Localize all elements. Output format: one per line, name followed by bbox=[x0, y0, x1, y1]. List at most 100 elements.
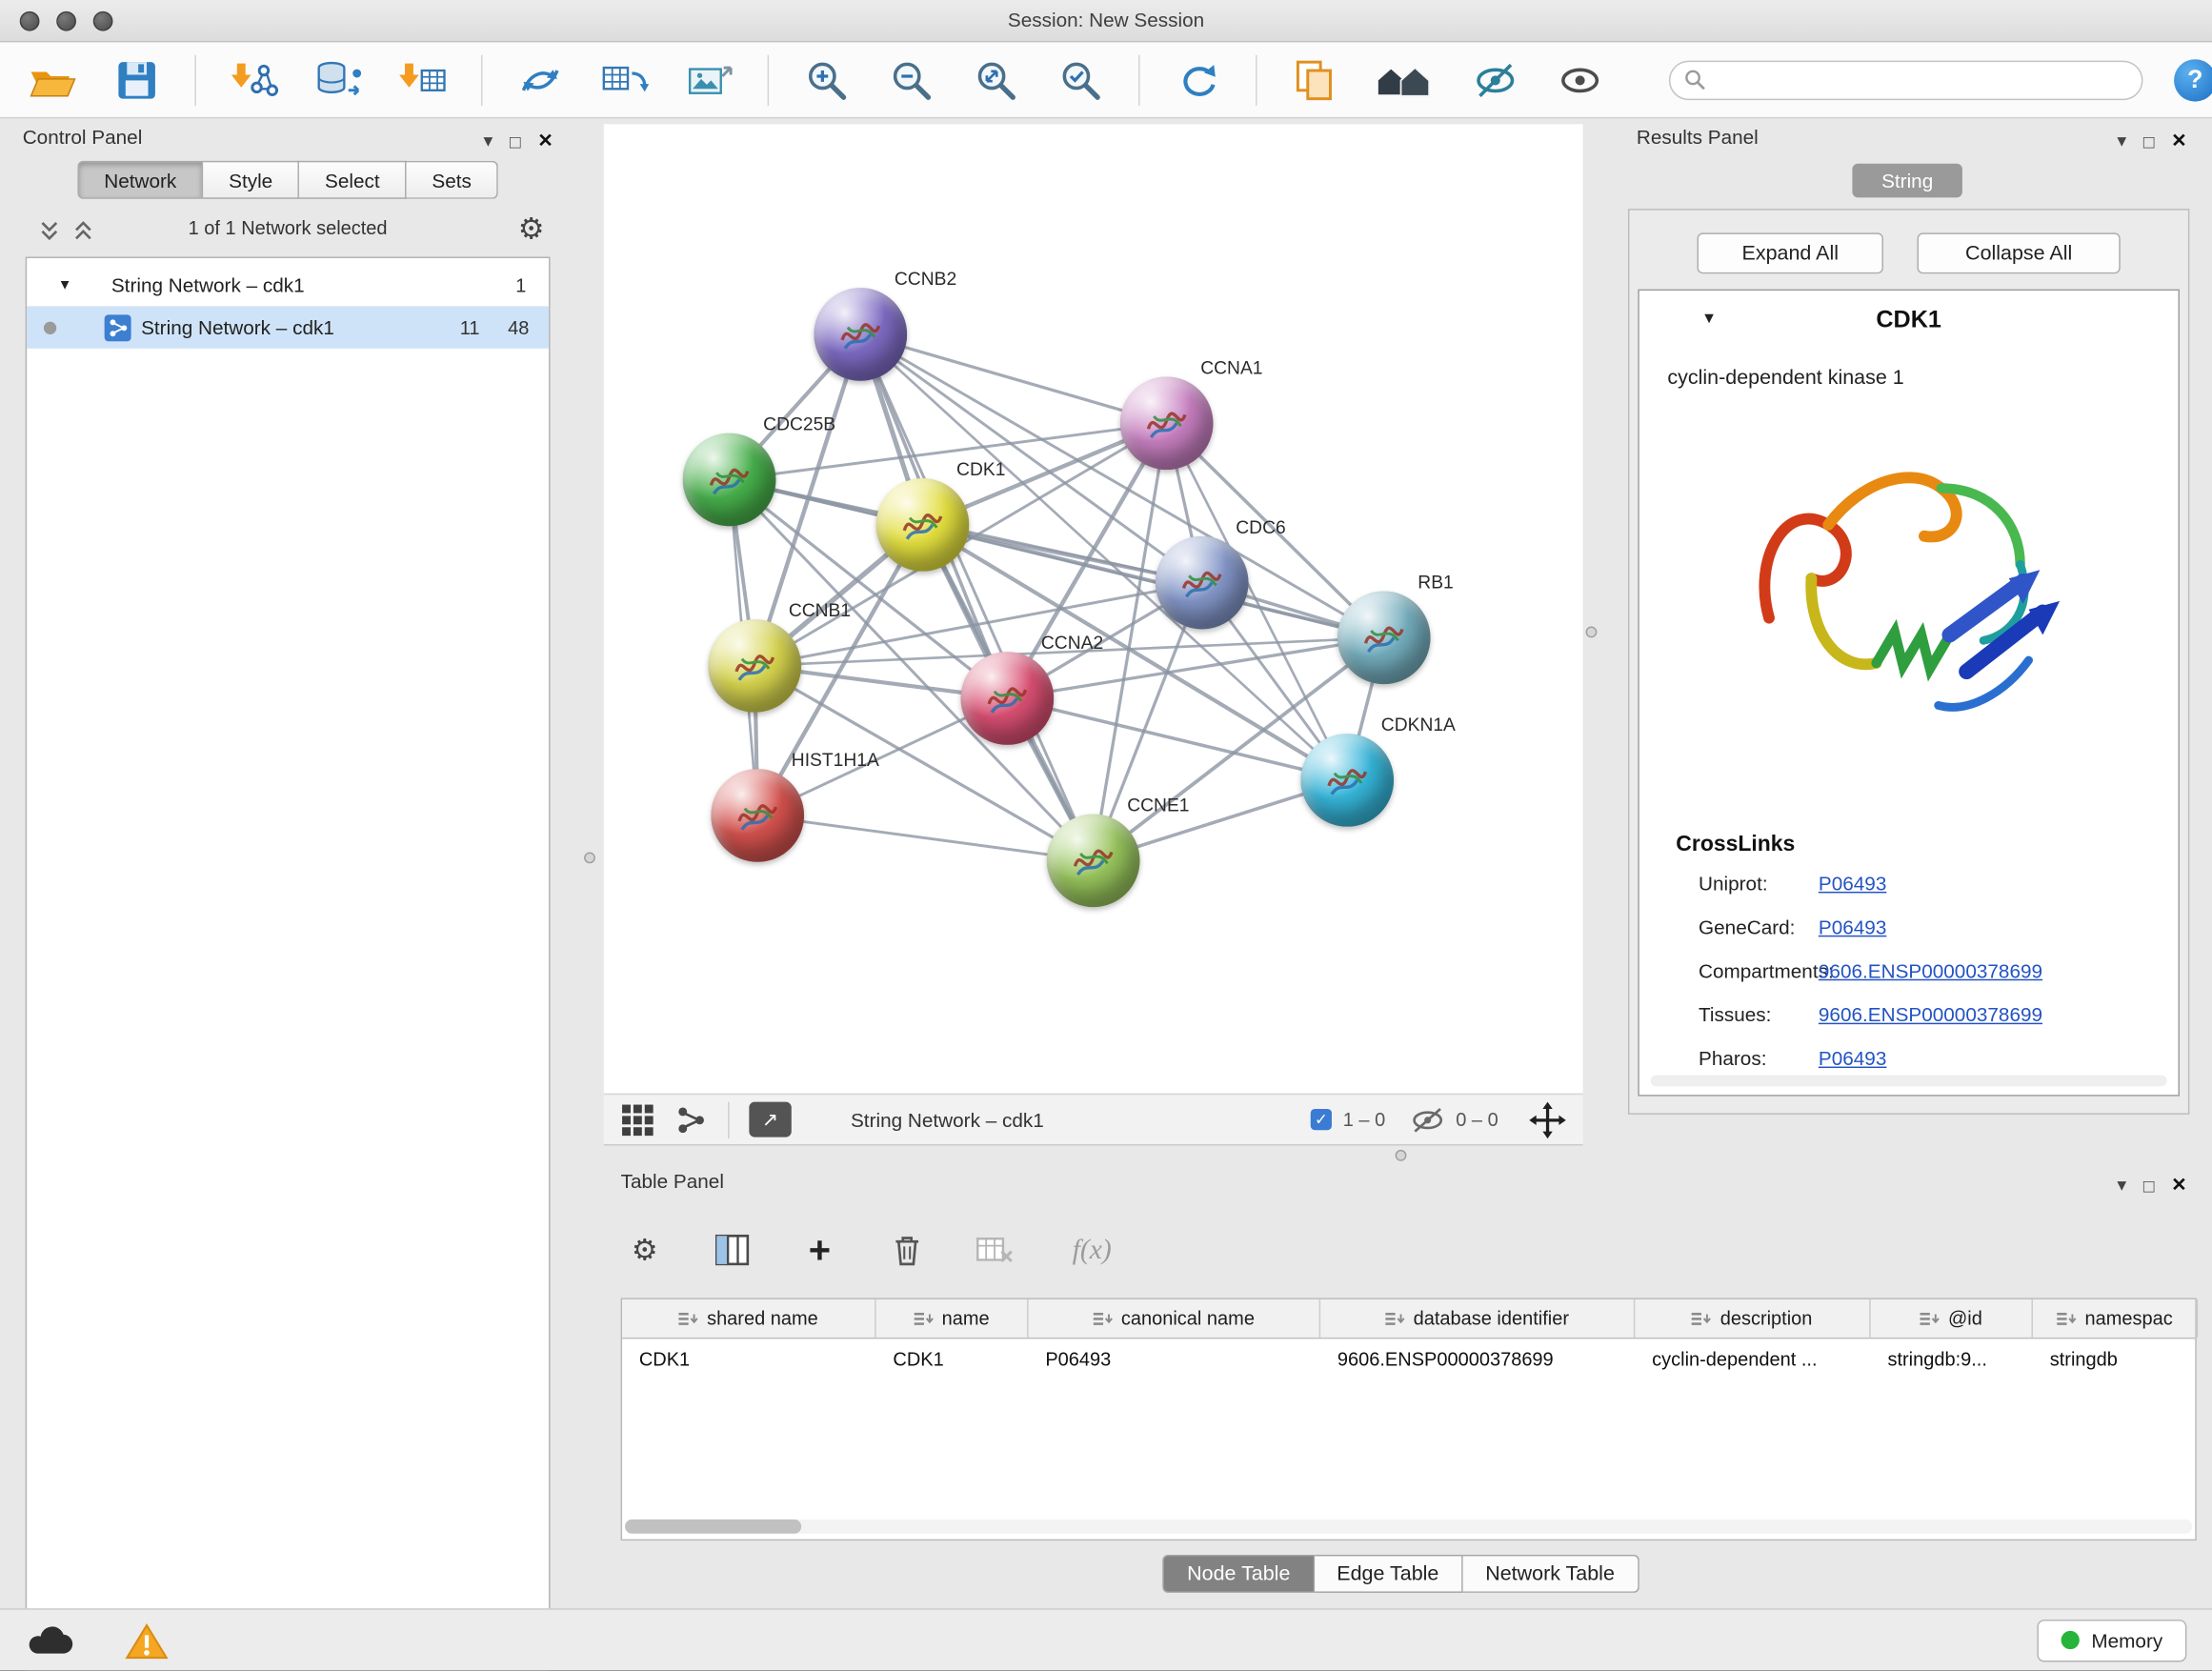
zoom-out-icon bbox=[889, 58, 934, 100]
open-session-button[interactable] bbox=[26, 53, 79, 107]
crosslink-value-link[interactable]: P06493 bbox=[1819, 871, 1886, 894]
column-header-name[interactable]: name bbox=[876, 1299, 1029, 1338]
show-elements-button[interactable] bbox=[1553, 53, 1606, 107]
panel-menu-icon[interactable]: ▾ bbox=[2117, 130, 2126, 152]
network-node-HIST1H1A[interactable] bbox=[711, 769, 804, 862]
tree-expand-icon[interactable]: ▼ bbox=[58, 277, 72, 292]
network-node-CCNE1[interactable] bbox=[1047, 814, 1140, 907]
tab-select[interactable]: Select bbox=[299, 161, 406, 199]
panel-menu-icon[interactable]: ▾ bbox=[2117, 1174, 2126, 1197]
network-view-icon[interactable] bbox=[674, 1102, 709, 1137]
tab-string[interactable]: String bbox=[1852, 164, 1962, 198]
zoom-fit-button[interactable] bbox=[969, 53, 1022, 107]
table-row[interactable]: CDK1CDK1P064939606.ENSP00000378699cyclin… bbox=[622, 1339, 2195, 1378]
import-table-button[interactable] bbox=[396, 53, 450, 107]
panel-menu-icon[interactable]: ▾ bbox=[484, 130, 493, 152]
network-node-CDK1[interactable] bbox=[876, 478, 970, 572]
crosslink-value-link[interactable]: 9606.ENSP00000378699 bbox=[1819, 958, 2042, 981]
cloud-icon[interactable] bbox=[26, 1621, 73, 1659]
network-canvas[interactable]: CCNB2CCNA1CDC25BCDK1CDC6RB1CCNB1CCNA2CDK… bbox=[604, 124, 1583, 1093]
panel-float-icon[interactable]: □ bbox=[2143, 131, 2155, 151]
column-header-database-identifier[interactable]: database identifier bbox=[1320, 1299, 1635, 1338]
splitter-handle-right[interactable] bbox=[1586, 627, 1598, 638]
import-network-database-button[interactable] bbox=[312, 53, 365, 107]
crosslink-value-link[interactable]: P06493 bbox=[1819, 1046, 1886, 1069]
network-collection-row[interactable]: ▼ String Network – cdk1 1 bbox=[27, 264, 549, 306]
memory-button[interactable]: Memory bbox=[2038, 1619, 2186, 1661]
search-input[interactable] bbox=[1714, 70, 2127, 91]
column-header-canonical-name[interactable]: canonical name bbox=[1029, 1299, 1321, 1338]
network-row[interactable]: String Network – cdk1 11 48 bbox=[27, 306, 549, 348]
column-header-@id[interactable]: @id bbox=[1871, 1299, 2033, 1338]
network-node-CCNB2[interactable] bbox=[814, 288, 907, 381]
help-button[interactable]: ? bbox=[2174, 58, 2212, 100]
results-scrollbar[interactable] bbox=[1651, 1075, 2167, 1086]
network-edge[interactable] bbox=[860, 334, 1166, 423]
network-from-table-button[interactable] bbox=[598, 53, 652, 107]
hide-elements-button[interactable] bbox=[1469, 53, 1522, 107]
zoom-out-button[interactable] bbox=[885, 53, 938, 107]
home-button[interactable] bbox=[1373, 53, 1438, 107]
tab-sets[interactable]: Sets bbox=[407, 161, 498, 199]
zoom-selected-button[interactable] bbox=[1054, 53, 1107, 107]
panel-float-icon[interactable]: □ bbox=[510, 131, 521, 151]
warning-icon[interactable] bbox=[124, 1621, 169, 1660]
show-columns-button[interactable] bbox=[708, 1226, 755, 1274]
column-header-label: canonical name bbox=[1121, 1308, 1255, 1329]
import-network-file-icon bbox=[229, 58, 279, 100]
tab-style[interactable]: Style bbox=[203, 161, 299, 199]
crosslink-value-link[interactable]: 9606.ENSP00000378699 bbox=[1819, 1002, 2042, 1025]
export-image-button[interactable] bbox=[683, 53, 736, 107]
tab-network-table[interactable]: Network Table bbox=[1463, 1555, 1639, 1593]
collapse-all-button[interactable]: Collapse All bbox=[1918, 232, 2121, 273]
clone-network-button[interactable] bbox=[1288, 53, 1341, 107]
table-settings-button[interactable]: ⚙ bbox=[621, 1226, 669, 1274]
column-header-shared-name[interactable]: shared name bbox=[622, 1299, 876, 1338]
delete-column-button[interactable] bbox=[883, 1226, 931, 1274]
crosslink-value-link[interactable]: P06493 bbox=[1819, 915, 1886, 937]
splitter-handle-bottom[interactable] bbox=[1396, 1150, 1407, 1161]
column-header-namespac[interactable]: namespac bbox=[2033, 1299, 2198, 1338]
network-node-CDC6[interactable] bbox=[1156, 536, 1249, 630]
table-panel-title: Table Panel bbox=[621, 1170, 724, 1193]
fit-selected-crosshair-icon[interactable] bbox=[1529, 1101, 1566, 1138]
tab-edge-table[interactable]: Edge Table bbox=[1315, 1555, 1463, 1593]
network-edge[interactable] bbox=[860, 334, 1093, 860]
hidden-eye-slash-icon bbox=[1411, 1107, 1445, 1133]
save-session-button[interactable] bbox=[111, 53, 164, 107]
refresh-button[interactable] bbox=[1171, 53, 1224, 107]
edge-count: 48 bbox=[508, 316, 529, 337]
create-column-button[interactable]: + bbox=[795, 1226, 843, 1274]
search-box[interactable] bbox=[1669, 60, 2143, 99]
splitter-handle-left[interactable] bbox=[584, 852, 595, 863]
panel-float-icon[interactable]: □ bbox=[2143, 1175, 2155, 1196]
panel-close-icon[interactable]: ✕ bbox=[537, 130, 553, 152]
gear-icon[interactable]: ⚙ bbox=[518, 211, 545, 247]
network-node-RB1[interactable] bbox=[1337, 591, 1431, 684]
network-node-CCNB1[interactable] bbox=[708, 619, 801, 713]
zoom-in-button[interactable] bbox=[800, 53, 854, 107]
tab-node-table[interactable]: Node Table bbox=[1163, 1555, 1315, 1593]
network-node-CDC25B[interactable] bbox=[683, 433, 776, 527]
network-node-CDKN1A[interactable] bbox=[1300, 734, 1394, 827]
network-edge[interactable] bbox=[757, 815, 1093, 860]
collection-label: String Network – cdk1 bbox=[111, 273, 305, 296]
network-node-CCNA2[interactable] bbox=[960, 652, 1054, 745]
scrollbar-thumb[interactable] bbox=[625, 1520, 801, 1534]
table-hscrollbar[interactable] bbox=[625, 1520, 2192, 1534]
delete-table-button[interactable] bbox=[971, 1226, 1018, 1274]
tab-network[interactable]: Network bbox=[77, 161, 203, 199]
network-merge-button[interactable] bbox=[513, 53, 567, 107]
open-in-new-window-button[interactable]: ↗ bbox=[749, 1102, 791, 1137]
panel-close-icon[interactable]: ✕ bbox=[2171, 1174, 2186, 1197]
expand-all-button[interactable]: Expand All bbox=[1698, 232, 1883, 273]
import-network-file-button[interactable] bbox=[227, 53, 280, 107]
toolbar-separator bbox=[1138, 54, 1139, 105]
protein-card-header[interactable]: ▼ CDK1 bbox=[1639, 291, 2179, 352]
function-builder-button[interactable]: f(x) bbox=[1058, 1226, 1126, 1274]
network-node-CCNA1[interactable] bbox=[1120, 376, 1214, 470]
panel-close-icon[interactable]: ✕ bbox=[2171, 130, 2186, 152]
grid-view-icon[interactable] bbox=[621, 1102, 655, 1137]
column-header-description[interactable]: description bbox=[1635, 1299, 1870, 1338]
selected-checkbox-icon[interactable]: ✓ bbox=[1311, 1109, 1332, 1130]
